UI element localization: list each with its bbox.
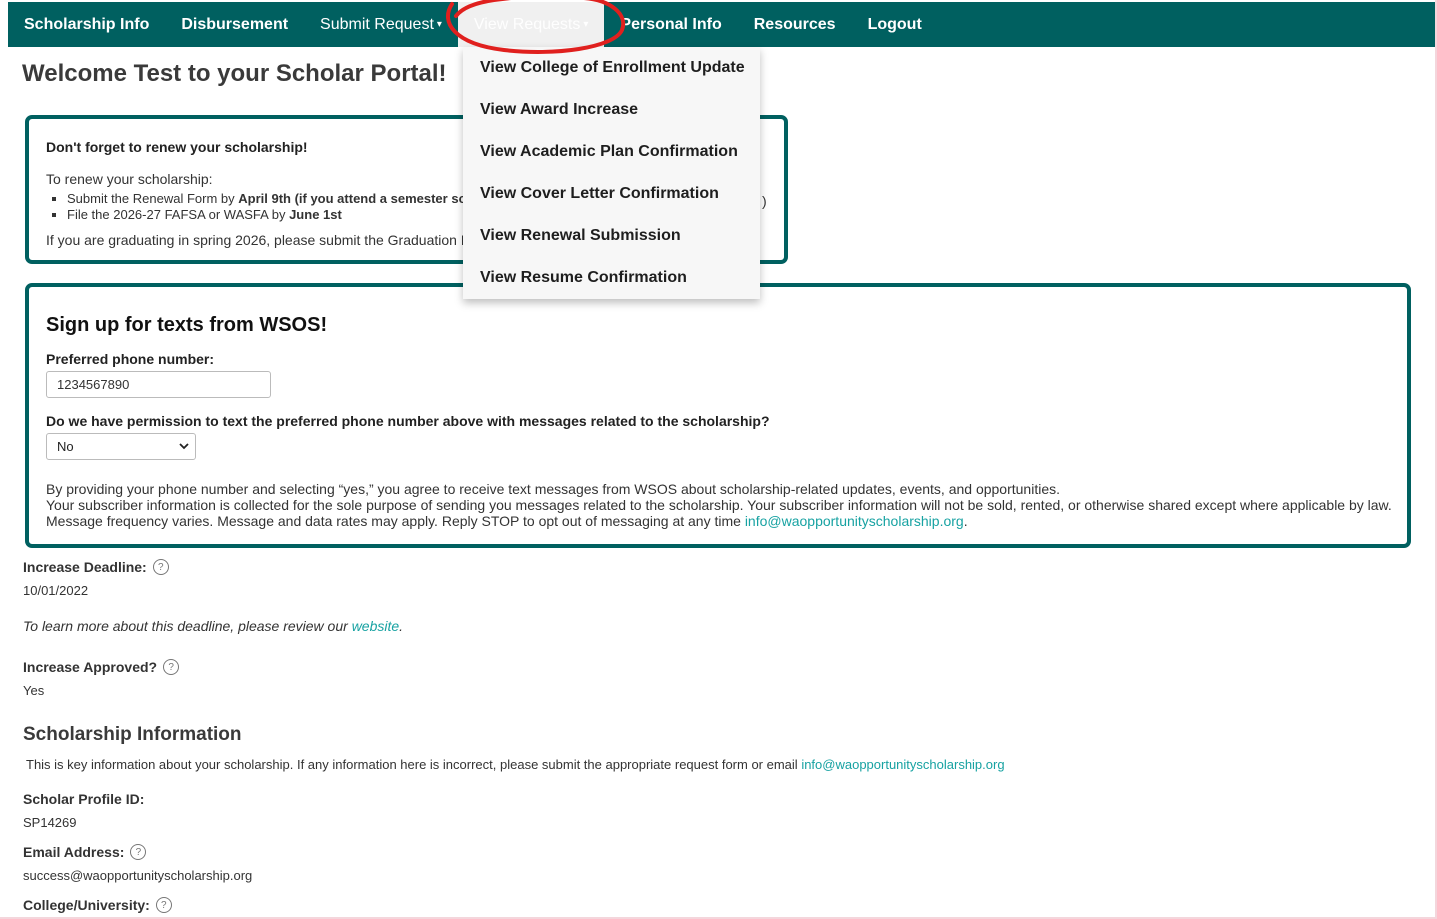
nav-scholarship-info-label: Scholarship Info xyxy=(24,15,150,33)
renewal-bullet-form-date: April 9th (if you attend a semester sc xyxy=(238,191,466,206)
scholarship-email-link[interactable]: info@waopportunityscholarship.org xyxy=(801,757,1004,772)
nav-view-requests-label: View Requests xyxy=(473,15,581,33)
permission-select[interactable]: No xyxy=(46,433,196,460)
menu-item-resume-confirmation[interactable]: View Resume Confirmation xyxy=(463,257,760,299)
deadline-note-text: To learn more about this deadline, pleas… xyxy=(23,618,352,634)
nav-submit-request-label: Submit Request xyxy=(320,15,434,33)
menu-item-renewal-submission[interactable]: View Renewal Submission xyxy=(463,215,760,257)
nav-resources-label: Resources xyxy=(753,15,836,33)
nav-resources[interactable]: Resources xyxy=(738,2,852,47)
renewal-bullet-tail: ) xyxy=(762,193,767,209)
scholarship-info-heading: Scholarship Information xyxy=(23,724,242,745)
increase-approved-label: Increase Approved?? xyxy=(23,659,180,675)
increase-approved-value: Yes xyxy=(23,683,45,698)
increase-approved-label-text: Increase Approved? xyxy=(23,659,158,675)
college-label: College/University:? xyxy=(23,897,172,913)
college-label-text: College/University: xyxy=(23,897,150,913)
permission-label: Do we have permission to text the prefer… xyxy=(46,413,770,429)
menu-item-academic-plan[interactable]: View Academic Plan Confirmation xyxy=(463,131,760,173)
increase-deadline-label: Increase Deadline:? xyxy=(23,559,169,575)
increase-approved-field: Increase Approved?? Yes xyxy=(23,659,180,698)
menu-item-cover-letter[interactable]: View Cover Letter Confirmation xyxy=(463,173,760,215)
help-icon[interactable]: ? xyxy=(152,559,169,575)
renewal-bullet-fafsa-text: File the 2026-27 FAFSA or WASFA by xyxy=(67,207,290,222)
renewal-list: Submit the Renewal Form by April 9th (if… xyxy=(46,191,466,223)
renewal-intro: To renew your scholarship: xyxy=(46,171,213,187)
nav-submit-request[interactable]: Submit Request ▾ xyxy=(304,2,458,47)
profile-id-field: Scholar Profile ID: SP14269 xyxy=(23,791,144,830)
sms-title: Sign up for texts from WSOS! xyxy=(46,314,328,336)
nav-disbursement[interactable]: Disbursement xyxy=(165,2,304,47)
profile-id-value: SP14269 xyxy=(23,815,77,830)
deadline-note-end: . xyxy=(399,618,404,634)
sms-legal-line-1: By providing your phone number and selec… xyxy=(46,481,1060,497)
renewal-bullet-form-text: Submit the Renewal Form by xyxy=(67,191,239,206)
deadline-note: To learn more about this deadline, pleas… xyxy=(23,618,403,634)
nav-scholarship-info[interactable]: Scholarship Info xyxy=(8,2,165,47)
sms-legal-line-3: Message frequency varies. Message and da… xyxy=(46,513,1396,529)
increase-deadline-value: 10/01/2022 xyxy=(23,583,89,598)
sms-legal-line-3-end: . xyxy=(963,513,968,529)
help-icon[interactable]: ? xyxy=(155,897,172,913)
phone-input[interactable] xyxy=(46,371,271,398)
email-address-value: success@waopportunityscholarship.org xyxy=(23,868,253,883)
increase-deadline-label-text: Increase Deadline: xyxy=(23,559,147,575)
sms-legal-line-3-text: Message frequency varies. Message and da… xyxy=(46,513,745,529)
nav-logout[interactable]: Logout xyxy=(852,2,938,47)
renewal-bullet-form: Submit the Renewal Form by April 9th (if… xyxy=(67,191,466,207)
nav-disbursement-label: Disbursement xyxy=(181,15,289,33)
phone-label: Preferred phone number: xyxy=(46,351,215,367)
chevron-down-icon xyxy=(179,443,189,450)
chevron-down-icon: ▾ xyxy=(583,19,589,30)
profile-id-label: Scholar Profile ID: xyxy=(23,791,145,807)
renewal-bullet-fafsa-date: June 1st xyxy=(289,207,342,222)
email-address-label: Email Address:? xyxy=(23,844,252,860)
menu-item-college-enrollment[interactable]: View College of Enrollment Update xyxy=(463,47,760,89)
help-icon[interactable]: ? xyxy=(163,659,180,675)
page-title: Welcome Test to your Scholar Portal! xyxy=(22,60,447,87)
website-link[interactable]: website xyxy=(352,618,399,634)
nav-personal-info-label: Personal Info xyxy=(620,15,722,33)
sms-signup-box: Sign up for texts from WSOS! Preferred p… xyxy=(25,283,1411,548)
permission-selected-value: No xyxy=(57,439,74,454)
renewal-title: Don't forget to renew your scholarship! xyxy=(46,139,308,155)
main-navbar: Scholarship Info Disbursement Submit Req… xyxy=(8,2,1437,47)
renewal-bullet-fafsa: File the 2026-27 FAFSA or WASFA by June … xyxy=(67,207,466,223)
menu-item-award-increase[interactable]: View Award Increase xyxy=(463,89,760,131)
help-icon[interactable]: ? xyxy=(130,844,147,860)
email-address-field: Email Address:? success@waopportunitysch… xyxy=(23,844,252,883)
sms-email-link[interactable]: info@waopportunityscholarship.org xyxy=(745,513,964,529)
chevron-down-icon: ▾ xyxy=(436,19,442,30)
college-field: College/University:? xyxy=(23,897,172,913)
nav-logout-label: Logout xyxy=(867,15,922,33)
nav-personal-info[interactable]: Personal Info xyxy=(604,2,737,47)
view-requests-dropdown: View College of Enrollment Update View A… xyxy=(463,47,760,299)
scholarship-info-desc-text: This is key information about your schol… xyxy=(26,757,802,772)
increase-deadline-field: Increase Deadline:? 10/01/2022 xyxy=(23,559,169,598)
nav-view-requests[interactable]: View Requests ▾ xyxy=(457,2,605,47)
scholarship-info-desc: This is key information about your schol… xyxy=(26,757,1005,772)
renewal-graduation-note: If you are graduating in spring 2026, pl… xyxy=(46,232,470,248)
sms-legal-line-2: Your subscriber information is collected… xyxy=(46,497,1392,513)
email-address-label-text: Email Address: xyxy=(23,844,125,860)
sms-legal-text: By providing your phone number and selec… xyxy=(46,481,1396,529)
